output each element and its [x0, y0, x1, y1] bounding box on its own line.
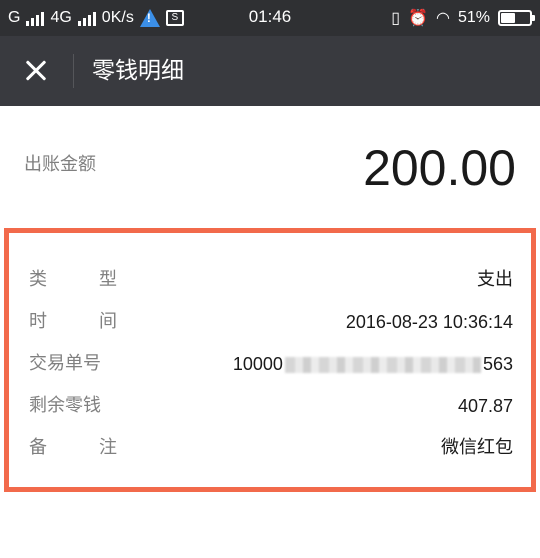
txid-prefix: 10000	[232, 354, 283, 374]
amount-label: 出账金额	[24, 154, 96, 175]
close-icon[interactable]	[12, 48, 60, 94]
row-type: 类 型 支出	[9, 265, 531, 295]
alarm-icon: ⏰	[408, 10, 428, 27]
row-note: 备 注 微信红包	[9, 433, 531, 463]
note-label: 备 注	[29, 433, 117, 463]
time-label-char-2: 间	[99, 311, 117, 332]
type-label-char-1: 类	[29, 269, 47, 290]
note-label-char-2: 注	[99, 437, 117, 458]
status-right: ▯ ⏰ ◠ 51%	[391, 7, 535, 29]
amount-value: 200.00	[363, 140, 516, 196]
type-value: 支出	[477, 269, 513, 290]
status-bar: G 4G 0K/s S 01:46 ▯ ⏰ ◠ 51%	[0, 0, 540, 36]
vibrate-icon: ▯	[391, 10, 401, 27]
battery-icon	[498, 10, 535, 26]
time-label: 时 间	[29, 307, 117, 337]
page-title: 零钱明细	[92, 58, 184, 84]
title-bar: 零钱明细	[0, 36, 540, 106]
txid-suffix: 563	[482, 354, 513, 374]
detail-box: 类 型 支出 时 间 2016-08-23 10:36:14 交易单号 1000…	[4, 228, 536, 492]
row-balance: 剩余零钱 407.87	[9, 391, 531, 421]
txid-label: 交易单号	[29, 353, 101, 374]
battery-percent: 51%	[457, 9, 490, 26]
note-value: 微信红包	[441, 437, 513, 458]
txid-redacted	[284, 357, 481, 374]
title-divider	[73, 54, 74, 88]
balance-value: 407.87	[457, 396, 513, 416]
txid-value: 10000 563	[233, 349, 513, 379]
row-transaction-id: 交易单号 10000 563	[9, 349, 531, 379]
time-label-char-1: 时	[29, 311, 47, 332]
type-label: 类 型	[29, 265, 117, 295]
balance-label: 剩余零钱	[29, 395, 101, 416]
wifi-icon: ◠	[436, 10, 450, 27]
row-time: 时 间 2016-08-23 10:36:14	[9, 307, 531, 337]
type-label-char-2: 型	[99, 269, 117, 290]
note-label-char-1: 备	[29, 437, 47, 458]
time-value: 2016-08-23 10:36:14	[345, 312, 513, 332]
